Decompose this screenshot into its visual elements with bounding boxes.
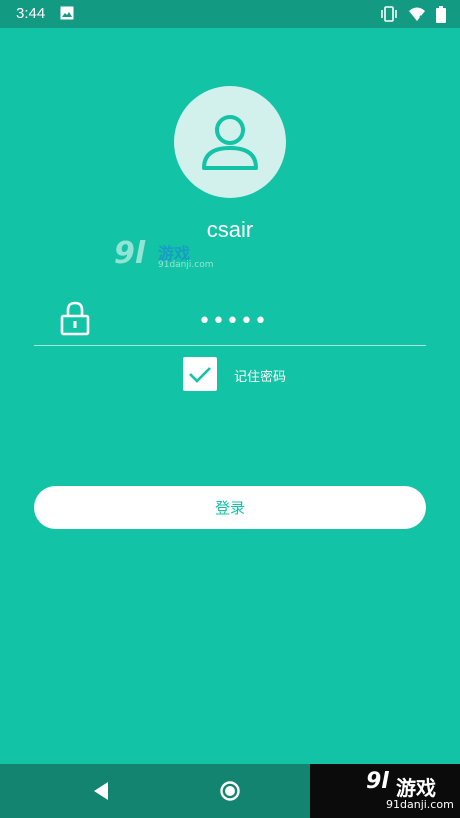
password-divider: [34, 345, 426, 346]
watermark-corner-url: 91danji.com: [386, 798, 454, 811]
watermark-corner-number: 9l: [366, 769, 389, 794]
checkmark-icon: [189, 367, 211, 383]
password-field[interactable]: [108, 306, 358, 336]
status-time: 3:44: [16, 5, 46, 22]
back-icon[interactable]: [92, 781, 110, 801]
login-screen: 3:44 csair 9l 游戏 91danji.com ••••• 记住密码 …: [0, 0, 460, 818]
navigation-bar: 9l 游戏 91danji.com: [0, 764, 460, 818]
watermark-corner: 9l 游戏 91danji.com: [310, 764, 460, 818]
vibrate-icon: [381, 6, 397, 22]
watermark-url: 91danji.com: [158, 260, 214, 270]
home-icon[interactable]: [219, 780, 241, 802]
login-button[interactable]: 登录: [34, 486, 426, 529]
wifi-icon: [409, 7, 426, 22]
remember-password-checkbox[interactable]: [183, 357, 217, 391]
status-icons: [380, 5, 446, 23]
battery-icon: [436, 5, 446, 23]
status-bar: 3:44: [0, 0, 460, 28]
watermark-corner-text: 游戏: [396, 776, 436, 800]
watermark-logo: 9l 游戏 91danji.com: [114, 236, 214, 272]
username: csair: [206, 217, 254, 242]
lock-icon: [60, 301, 90, 336]
watermark-number: 9l: [114, 236, 146, 271]
user-icon: [202, 115, 258, 170]
avatar: [174, 86, 286, 198]
remember-password-label: 记住密码: [234, 370, 287, 385]
image-icon: [60, 6, 74, 20]
